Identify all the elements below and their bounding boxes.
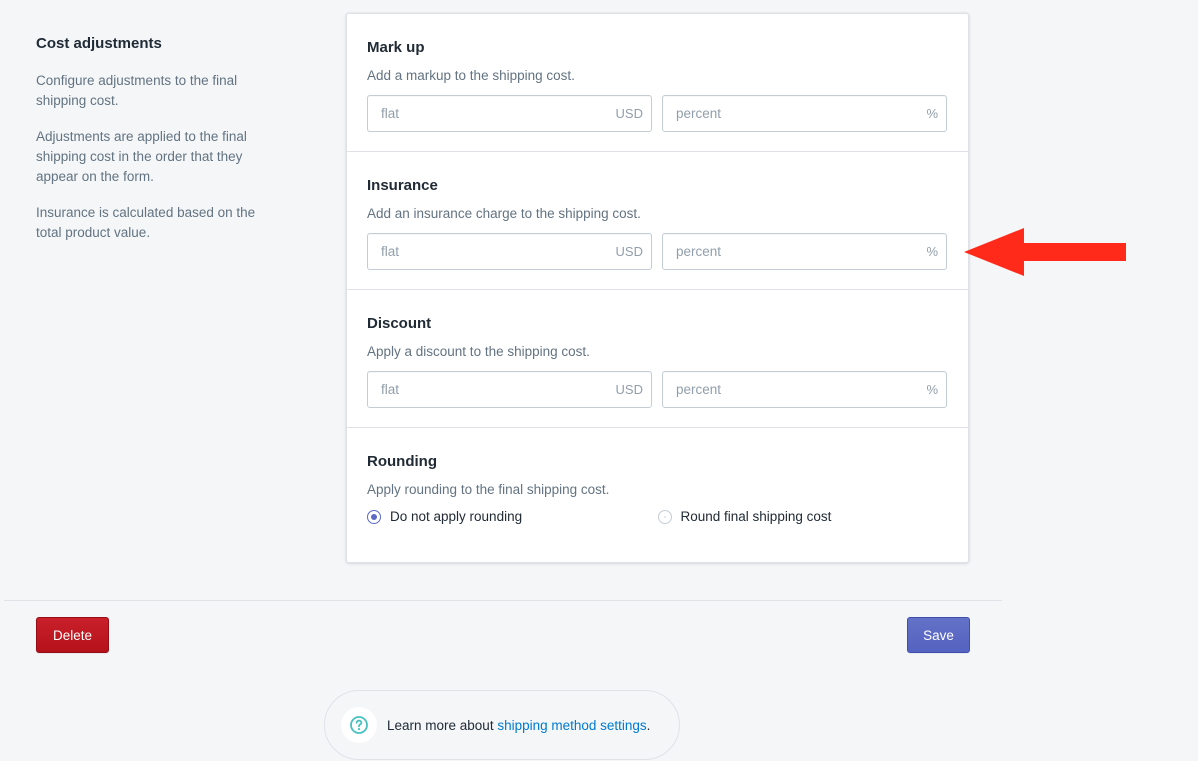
discount-flat-suffix: USD <box>615 382 643 397</box>
rounding-section: Rounding Apply rounding to the final shi… <box>347 452 968 524</box>
rounding-title: Rounding <box>367 453 437 470</box>
insurance-description: Add an insurance charge to the shipping … <box>367 206 641 221</box>
radio-label-round-final: Round final shipping cost <box>680 509 832 524</box>
discount-description: Apply a discount to the shipping cost. <box>367 344 590 359</box>
question-circle-icon <box>350 716 368 734</box>
rounding-description: Apply rounding to the final shipping cos… <box>367 482 610 497</box>
discount-flat-input[interactable] <box>381 382 610 397</box>
markup-percent-suffix: % <box>926 106 938 121</box>
radio-checked-indicator[interactable] <box>367 509 381 524</box>
aside-title: Cost adjustments <box>36 35 162 52</box>
markup-percent-field[interactable]: % <box>662 95 947 132</box>
insurance-percent-input[interactable] <box>676 244 921 259</box>
insurance-section: Insurance Add an insurance charge to the… <box>347 176 968 270</box>
markup-section: Mark up Add a markup to the shipping cos… <box>347 38 968 132</box>
cost-adjustments-aside: Cost adjustments Configure adjustments t… <box>36 34 276 259</box>
help-prefix: Learn more about <box>387 717 498 733</box>
discount-percent-field[interactable]: % <box>662 371 947 408</box>
delete-button[interactable]: Delete <box>36 617 109 653</box>
help-footer: Learn more about shipping method setting… <box>324 690 680 760</box>
insurance-percent-field[interactable]: % <box>662 233 947 270</box>
discount-section: Discount Apply a discount to the shippin… <box>347 314 968 408</box>
discount-percent-suffix: % <box>926 382 938 397</box>
footer-divider <box>4 600 1002 601</box>
cost-adjustments-card: Mark up Add a markup to the shipping cos… <box>346 13 969 563</box>
markup-flat-field[interactable]: USD <box>367 95 652 132</box>
shipping-method-settings-link[interactable]: shipping method settings <box>497 718 646 733</box>
section-divider <box>347 151 968 152</box>
radio-do-not-apply-rounding[interactable]: Do not apply rounding <box>367 509 658 524</box>
arrow-left-icon <box>964 228 1126 276</box>
help-suffix: . <box>646 717 651 733</box>
section-divider <box>347 427 968 428</box>
insurance-flat-suffix: USD <box>615 244 643 259</box>
insurance-flat-input[interactable] <box>381 244 610 259</box>
help-text: Learn more about shipping method setting… <box>387 718 650 733</box>
section-divider <box>347 289 968 290</box>
aside-description-1: Configure adjustments to the final shipp… <box>36 73 238 108</box>
radio-unchecked-indicator[interactable] <box>657 509 672 524</box>
help-icon-container <box>341 707 377 743</box>
radio-round-final-shipping-cost[interactable]: Round final shipping cost <box>657 509 949 524</box>
discount-flat-field[interactable]: USD <box>367 371 652 408</box>
radio-label-do-not-apply: Do not apply rounding <box>390 509 523 524</box>
aside-description-2: Adjustments are applied to the final shi… <box>36 129 247 184</box>
discount-percent-input[interactable] <box>676 382 921 397</box>
markup-flat-suffix: USD <box>615 106 643 121</box>
markup-title: Mark up <box>367 39 425 56</box>
aside-description-3: Insurance is calculated based on the tot… <box>36 205 256 240</box>
markup-description: Add a markup to the shipping cost. <box>367 68 575 83</box>
insurance-percent-suffix: % <box>926 244 938 259</box>
insurance-title: Insurance <box>367 177 438 194</box>
markup-percent-input[interactable] <box>676 106 921 121</box>
insurance-flat-field[interactable]: USD <box>367 233 652 270</box>
save-button[interactable]: Save <box>907 617 970 653</box>
discount-title: Discount <box>367 315 432 332</box>
markup-flat-input[interactable] <box>381 106 610 121</box>
